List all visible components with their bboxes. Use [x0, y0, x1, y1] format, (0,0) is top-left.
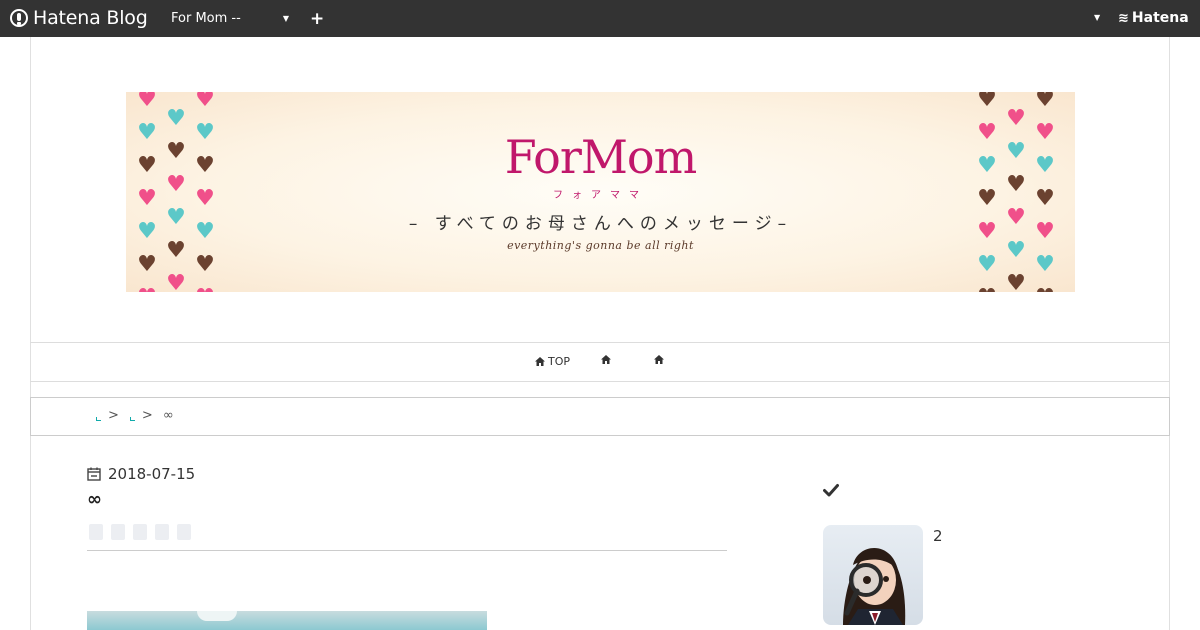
- home-icon: [601, 355, 611, 364]
- nav-item-3[interactable]: [654, 355, 667, 364]
- global-nav: TOP: [30, 342, 1170, 382]
- hatena-blog-logo-icon: [10, 9, 28, 27]
- nav-item-top[interactable]: TOP: [535, 355, 570, 368]
- heart-shape: ♥: [1035, 252, 1055, 277]
- banner-title: ForMom: [504, 130, 698, 184]
- user-menu-caret-icon[interactable]: ▼: [1094, 13, 1100, 22]
- breadcrumb-link[interactable]: [129, 411, 136, 421]
- banner-tagline: everything's gonna be all right: [507, 239, 694, 252]
- heart-shape: ♥: [195, 92, 215, 112]
- entry-image: [87, 611, 487, 630]
- caret-down-icon: ▼: [282, 14, 289, 23]
- breadcrumb-separator: >: [141, 408, 153, 423]
- breadcrumb-separator: >: [108, 408, 119, 423]
- subscriber-count: 2: [933, 527, 943, 545]
- home-icon: [535, 357, 545, 366]
- breadcrumb: > > ∞: [30, 397, 1170, 436]
- hatena-label: Hatena: [1131, 10, 1189, 26]
- heart-shape: ♥: [977, 92, 997, 112]
- blog-selector-label: For Mom --: [171, 11, 241, 26]
- banner-message: – すべてのお母さんへのメッセージ–: [408, 214, 793, 234]
- heart-shape: ♥: [166, 271, 186, 293]
- heart-shape: ♥: [1005, 92, 1027, 97]
- share-button[interactable]: [133, 524, 147, 540]
- divider: [87, 550, 727, 551]
- entry-title[interactable]: ∞: [87, 489, 102, 510]
- entry-date-text: 2018-07-15: [108, 465, 196, 483]
- add-entry-button[interactable]: +: [310, 9, 324, 29]
- heart-shape: ♥: [977, 252, 997, 277]
- heart-shape: ♥: [136, 287, 158, 293]
- avatar-image: [843, 547, 906, 625]
- profile-avatar[interactable]: [823, 525, 923, 625]
- share-button[interactable]: [155, 524, 169, 540]
- blog-header-banner[interactable]: ♥♥♥♥♥♥♥♥♥♥♥♥♥♥♥♥♥♥♥♥♥ ♥♥♥♥♥♥♥♥♥♥♥♥♥♥♥♥♥♥…: [126, 92, 1075, 292]
- share-button[interactable]: [111, 524, 125, 540]
- heart-shape: ♥: [1006, 106, 1026, 131]
- share-button[interactable]: [89, 524, 103, 540]
- share-button[interactable]: [177, 524, 191, 540]
- blog-selector[interactable]: For Mom -- ▼: [171, 0, 289, 37]
- heart-shape: ♥: [165, 92, 187, 97]
- heart-shape: ♥: [195, 252, 215, 277]
- hatena-blog-logo[interactable]: Hatena Blog: [10, 6, 148, 30]
- heart-shape: ♥: [166, 106, 186, 131]
- breadcrumb-link[interactable]: [95, 411, 102, 421]
- global-header: Hatena Blog For Mom -- ▼ + ▼ ≋ Hatena: [0, 0, 1200, 37]
- social-buttons: [89, 524, 199, 540]
- home-icon: [654, 355, 664, 364]
- check-icon: [823, 484, 839, 497]
- nav-item-2[interactable]: [601, 355, 614, 364]
- hatena-logo[interactable]: ≋ Hatena: [1118, 10, 1189, 26]
- hatena-wings-icon: ≋: [1118, 10, 1129, 26]
- heart-shape: ♥: [1006, 271, 1026, 293]
- heart-shape: ♥: [1034, 287, 1056, 293]
- heart-shape: ♥: [976, 287, 998, 293]
- heart-shape: ♥: [137, 92, 157, 112]
- heart-shape: ♥: [137, 252, 157, 277]
- entry-date[interactable]: 2018-07-15: [87, 465, 195, 483]
- nav-item-label: TOP: [548, 355, 571, 368]
- heart-shape: ♥: [1035, 92, 1055, 112]
- logo-text: Hatena Blog: [33, 7, 148, 29]
- calendar-icon: [87, 467, 101, 481]
- banner-kana: フォアママ: [553, 190, 648, 201]
- heart-shape: ♥: [194, 287, 216, 293]
- breadcrumb-current: ∞: [162, 408, 174, 423]
